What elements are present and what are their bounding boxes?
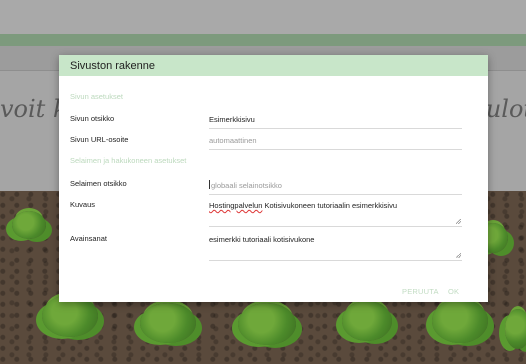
lettuce-plant (342, 301, 392, 341)
cancel-button[interactable]: PERUUTA (402, 287, 439, 296)
description-textarea[interactable]: Hostingpalvelun Kotisivukoneen tutoriaal… (209, 201, 462, 227)
site-structure-dialog: Sivuston rakenne Sivun asetukset Sivun o… (59, 55, 488, 302)
section-heading-page-settings: Sivun asetukset (70, 92, 123, 101)
keywords-label: Avainsanat (70, 234, 107, 243)
keywords-textarea[interactable]: esimerkki tutoriaali kotisivukone (209, 235, 462, 261)
text-caret (209, 180, 210, 189)
browser-title-placeholder: globaali selainotsikko (211, 181, 282, 190)
background-top-bar (0, 0, 526, 34)
dialog-title: Sivuston rakenne (59, 55, 488, 76)
section-heading-browser-settings: Selaimen ja hakukoneen asetukset (70, 156, 187, 165)
page-url-label: Sivun URL-osoite (70, 135, 129, 144)
lettuce-plant (505, 309, 526, 349)
description-label: Kuvaus (70, 200, 96, 209)
description-text: Kotisivukoneen tutoriaalin esimerkkisivu (262, 201, 398, 210)
misspelled-word: Hostingpalvelun (209, 201, 263, 210)
resize-handle-icon[interactable] (456, 253, 461, 258)
keywords-text: esimerkki tutoriaali kotisivukone (209, 235, 315, 244)
browser-title-label: Selaimen otsikko (70, 179, 127, 188)
browser-title-input[interactable]: globaali selainotsikko (209, 180, 462, 195)
background-nav-band (0, 34, 526, 46)
lettuce-plant (12, 211, 46, 239)
lettuce-plant (140, 303, 196, 343)
resize-handle-icon[interactable] (456, 219, 461, 224)
lettuce-plant (432, 299, 488, 343)
ok-button[interactable]: OK (448, 287, 459, 296)
page-title-input[interactable]: Esimerkkisivu (209, 115, 462, 129)
page-title-label: Sivun otsikko (70, 114, 115, 123)
page-url-input[interactable]: automaattinen (209, 136, 462, 150)
lettuce-plant (238, 303, 296, 345)
